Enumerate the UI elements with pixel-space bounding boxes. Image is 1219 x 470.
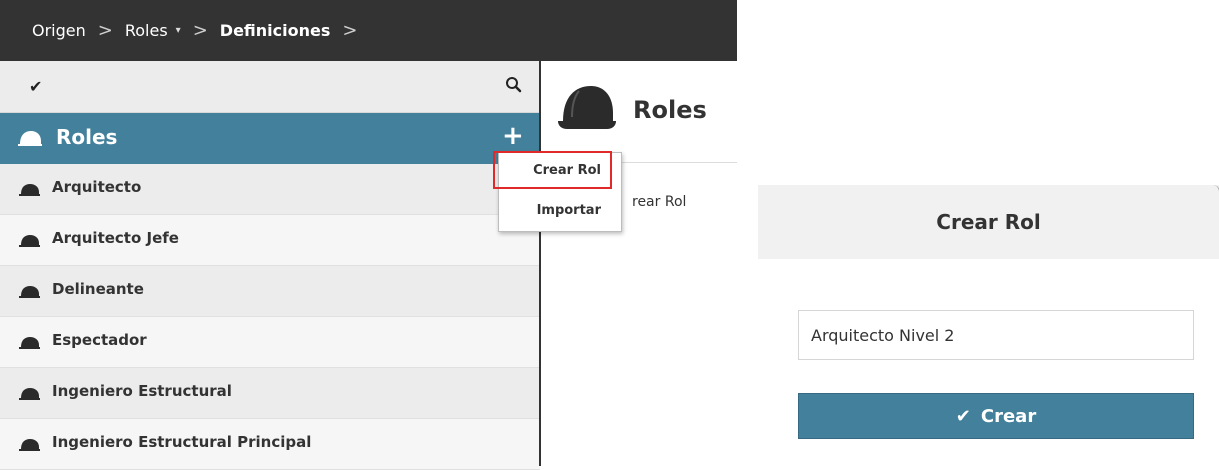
breadcrumb-separator: > xyxy=(192,20,208,41)
roles-section-title: Roles xyxy=(56,125,118,149)
breadcrumb-separator: > xyxy=(342,20,358,41)
dialog-corner xyxy=(1213,185,1219,195)
hard-hat-icon xyxy=(19,337,40,349)
list-item-label: Espectador xyxy=(52,331,147,349)
list-item[interactable]: Arquitecto xyxy=(0,164,540,215)
main-header: Roles xyxy=(541,61,737,163)
breadcrumb: Origen > Roles ▾ > Definiciones > xyxy=(0,0,737,61)
breadcrumb-separator: > xyxy=(97,20,113,41)
plus-icon[interactable]: + xyxy=(502,123,524,149)
list-item[interactable]: Espectador xyxy=(0,317,540,368)
role-name-input[interactable] xyxy=(798,310,1194,360)
hard-hat-icon xyxy=(19,439,40,451)
check-icon[interactable]: ✔ xyxy=(29,77,42,96)
menu-item-importar[interactable]: Importar xyxy=(499,203,621,218)
hard-hat-icon xyxy=(19,184,40,196)
page-title: Roles xyxy=(633,96,707,124)
check-icon: ✔ xyxy=(955,405,971,427)
sidebar-toolbar: ✔ xyxy=(0,61,540,113)
highlight-annotation xyxy=(493,151,612,189)
list-item-label: Arquitecto Jefe xyxy=(52,229,179,247)
main-panel: Roles rear Rol xyxy=(541,61,737,466)
list-item-label: Arquitecto xyxy=(52,178,142,196)
list-item[interactable]: Ingeniero Estructural xyxy=(0,368,540,419)
hard-hat-icon xyxy=(558,86,616,129)
roles-section-header: Roles + xyxy=(0,113,540,164)
list-item-label: Ingeniero Estructural Principal xyxy=(52,433,312,451)
hard-hat-icon xyxy=(19,286,40,298)
list-item[interactable]: Delineante xyxy=(0,266,540,317)
breadcrumb-origen[interactable]: Origen xyxy=(32,21,86,40)
search-icon[interactable] xyxy=(505,76,523,94)
list-item-label: Ingeniero Estructural xyxy=(52,382,232,400)
create-role-link[interactable]: rear Rol xyxy=(632,194,686,210)
roles-sidebar: ✔ Roles + Arquitecto Arquitecto Jefe Del… xyxy=(0,61,540,470)
dialog-header: Crear Rol xyxy=(758,185,1219,259)
hard-hat-icon xyxy=(19,388,40,400)
list-item-label: Delineante xyxy=(52,280,144,298)
breadcrumb-definiciones[interactable]: Definiciones xyxy=(220,21,331,40)
list-item[interactable]: Ingeniero Estructural Principal xyxy=(0,419,540,470)
hard-hat-icon xyxy=(18,131,42,146)
breadcrumb-roles[interactable]: Roles xyxy=(125,21,168,40)
hard-hat-icon xyxy=(19,235,40,247)
list-item[interactable]: Arquitecto Jefe xyxy=(0,215,540,266)
create-button[interactable]: ✔ Crear xyxy=(798,393,1194,439)
dialog-title: Crear Rol xyxy=(936,210,1041,234)
create-button-label: Crear xyxy=(980,405,1037,427)
chevron-down-icon[interactable]: ▾ xyxy=(176,25,181,36)
